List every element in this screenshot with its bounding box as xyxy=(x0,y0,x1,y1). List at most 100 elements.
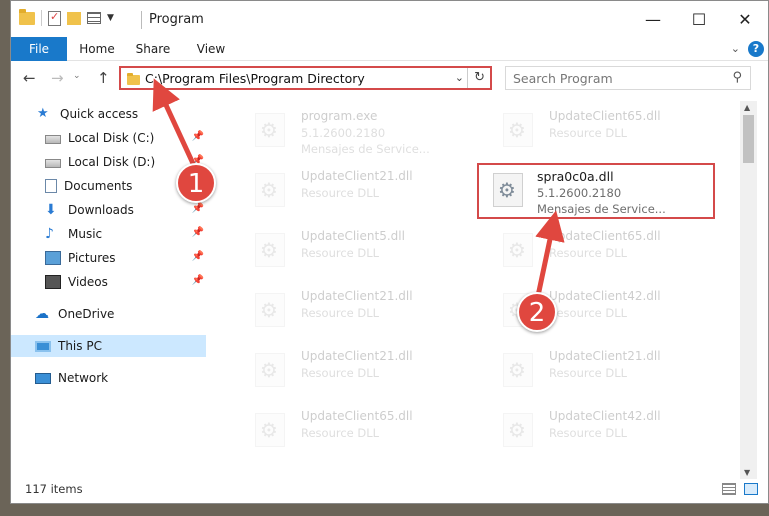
file-type: Resource DLL xyxy=(549,306,628,320)
forward-arrow-icon[interactable]: → xyxy=(51,69,64,87)
videos-icon xyxy=(45,275,61,289)
file-name: UpdateClient65.dll xyxy=(301,409,413,423)
file-name: UpdateClient42.dll xyxy=(549,409,661,423)
address-path[interactable]: C:\Program Files\Program Directory xyxy=(145,71,365,86)
ribbon-tabs: File Home Share View ⌄ ? xyxy=(11,37,768,61)
file-item[interactable]: ⚙ UpdateClient5.dll Resource DLL xyxy=(229,225,469,277)
sidebar-item-label: OneDrive xyxy=(58,307,115,321)
highlight-box xyxy=(477,163,715,219)
scrollbar-thumb[interactable] xyxy=(743,115,754,163)
tab-file[interactable]: File xyxy=(11,37,67,61)
file-name: program.exe xyxy=(301,109,378,123)
dll-file-icon: ⚙ xyxy=(255,233,285,267)
sidebar-item-network[interactable]: Network xyxy=(11,367,206,389)
vertical-scrollbar[interactable]: ▲ ▼ xyxy=(740,101,757,479)
quick-access-toolbar: ▼ xyxy=(19,8,114,26)
file-name: UpdateClient65.dll xyxy=(549,229,661,243)
file-item[interactable]: ⚙ UpdateClient42.dll Resource DLL xyxy=(477,405,717,457)
title-divider xyxy=(141,11,142,29)
file-item[interactable]: ⚙ UpdateClient65.dll Resource DLL xyxy=(229,405,469,457)
close-button[interactable]: ✕ xyxy=(722,1,768,37)
file-item[interactable]: ⚙ UpdateClient65.dll Resource DLL xyxy=(477,225,717,277)
tab-home[interactable]: Home xyxy=(75,37,119,61)
navigation-pane: ★ Quick access Local Disk (C:) 📌 Local D… xyxy=(11,101,206,479)
address-history-chevron-icon[interactable]: ⌄ xyxy=(455,71,464,84)
search-icon[interactable]: ⚲ xyxy=(732,70,742,85)
file-item[interactable]: ⚙ UpdateClient21.dll Resource DLL xyxy=(229,345,469,397)
music-icon: ♪ xyxy=(45,226,54,242)
file-type: Resource DLL xyxy=(301,366,380,380)
sidebar-item-local-disk-d[interactable]: Local Disk (D:) 📌 xyxy=(11,151,206,173)
sidebar-item-label: Documents xyxy=(64,179,133,193)
search-placeholder[interactable]: Search Program xyxy=(513,71,613,86)
expand-ribbon-chevron-icon[interactable]: ⌄ xyxy=(731,42,740,55)
large-icons-view-icon[interactable] xyxy=(744,483,758,495)
dll-file-icon: ⚙ xyxy=(503,413,533,447)
explorer-window: ▼ Program — ☐ ✕ File Home Share View ⌄ ?… xyxy=(10,0,769,504)
dll-file-icon: ⚙ xyxy=(255,173,285,207)
file-item[interactable]: ⚙ UpdateClient65.dll Resource DLL xyxy=(477,105,717,157)
item-count: 117 items xyxy=(25,482,83,496)
sidebar-item-onedrive[interactable]: ☁ OneDrive xyxy=(11,303,206,325)
pin-icon[interactable]: 📌 xyxy=(192,131,204,142)
sidebar-item-music[interactable]: ♪ Music 📌 xyxy=(11,223,206,245)
sidebar-item-this-pc[interactable]: This PC xyxy=(11,335,206,357)
callout-step-2: 2 xyxy=(517,292,557,332)
properties-icon[interactable] xyxy=(48,10,61,26)
file-version: 5.1.2600.2180 xyxy=(301,126,386,140)
sidebar-item-local-disk-c[interactable]: Local Disk (C:) 📌 xyxy=(11,127,206,149)
download-icon: ⬇ xyxy=(45,202,57,218)
tab-view[interactable]: View xyxy=(189,37,233,61)
star-icon: ★ xyxy=(37,106,49,121)
customize-toolbar-chevron-icon[interactable]: ▼ xyxy=(107,13,114,23)
file-item[interactable]: ⚙ UpdateClient21.dll Resource DLL xyxy=(477,345,717,397)
file-type: Resource DLL xyxy=(549,426,628,440)
file-item[interactable]: ⚙ UpdateClient21.dll Resource DLL xyxy=(229,285,469,337)
dll-file-icon: ⚙ xyxy=(503,353,533,387)
minimize-button[interactable]: — xyxy=(630,1,676,37)
folder-icon xyxy=(19,8,35,25)
recent-locations-chevron-icon[interactable]: ⌄ xyxy=(73,71,81,81)
refresh-icon[interactable]: ↻ xyxy=(474,70,485,85)
address-divider xyxy=(467,68,468,88)
window-controls: — ☐ ✕ xyxy=(630,1,768,37)
sidebar-item-label: Local Disk (D:) xyxy=(68,155,156,169)
title-bar: ▼ Program — ☐ ✕ xyxy=(11,1,768,37)
onedrive-icon: ☁ xyxy=(35,306,49,322)
tab-share[interactable]: Share xyxy=(131,37,175,61)
new-folder-icon[interactable] xyxy=(67,11,81,25)
file-item-program-exe[interactable]: ⚙ program.exe 5.1.2600.2180 Mensajes de … xyxy=(229,105,469,157)
file-name: UpdateClient42.dll xyxy=(549,289,661,303)
file-name: UpdateClient5.dll xyxy=(301,229,405,243)
pin-icon[interactable]: 📌 xyxy=(192,203,204,214)
sidebar-item-videos[interactable]: Videos 📌 xyxy=(11,271,206,293)
sidebar-item-pictures[interactable]: Pictures 📌 xyxy=(11,247,206,269)
sidebar-item-downloads[interactable]: ⬇ Downloads 📌 xyxy=(11,199,206,221)
pin-icon[interactable]: 📌 xyxy=(192,251,204,262)
back-arrow-icon[interactable]: ← xyxy=(23,69,36,87)
pin-icon[interactable]: 📌 xyxy=(192,227,204,238)
disk-icon xyxy=(45,135,61,144)
help-icon[interactable]: ? xyxy=(748,41,764,57)
documents-icon xyxy=(45,179,57,193)
search-box[interactable]: Search Program ⚲ xyxy=(505,66,751,90)
file-type: Resource DLL xyxy=(301,246,380,260)
up-arrow-icon[interactable]: ↑ xyxy=(97,69,110,87)
pin-icon[interactable]: 📌 xyxy=(192,275,204,286)
network-icon xyxy=(35,372,51,384)
address-bar[interactable]: C:\Program Files\Program Directory ⌄ ↻ xyxy=(119,66,492,90)
sidebar-item-quick-access[interactable]: ★ Quick access xyxy=(11,103,206,125)
sidebar-item-label: This PC xyxy=(58,339,102,353)
this-pc-icon xyxy=(35,340,51,352)
sidebar-item-label: Videos xyxy=(68,275,108,289)
maximize-button[interactable]: ☐ xyxy=(676,1,722,37)
file-name: UpdateClient65.dll xyxy=(549,109,661,123)
scroll-up-icon[interactable]: ▲ xyxy=(744,103,750,112)
file-item[interactable]: ⚙ UpdateClient42.dll Resource DLL xyxy=(477,285,717,337)
callout-step-1: 1 xyxy=(176,163,216,203)
file-type: Resource DLL xyxy=(301,306,380,320)
details-view-icon[interactable] xyxy=(722,483,736,495)
file-item[interactable]: ⚙ UpdateClient21.dll Resource DLL xyxy=(229,165,469,217)
scroll-down-icon[interactable]: ▼ xyxy=(744,468,750,477)
layout-icon[interactable] xyxy=(87,12,101,24)
